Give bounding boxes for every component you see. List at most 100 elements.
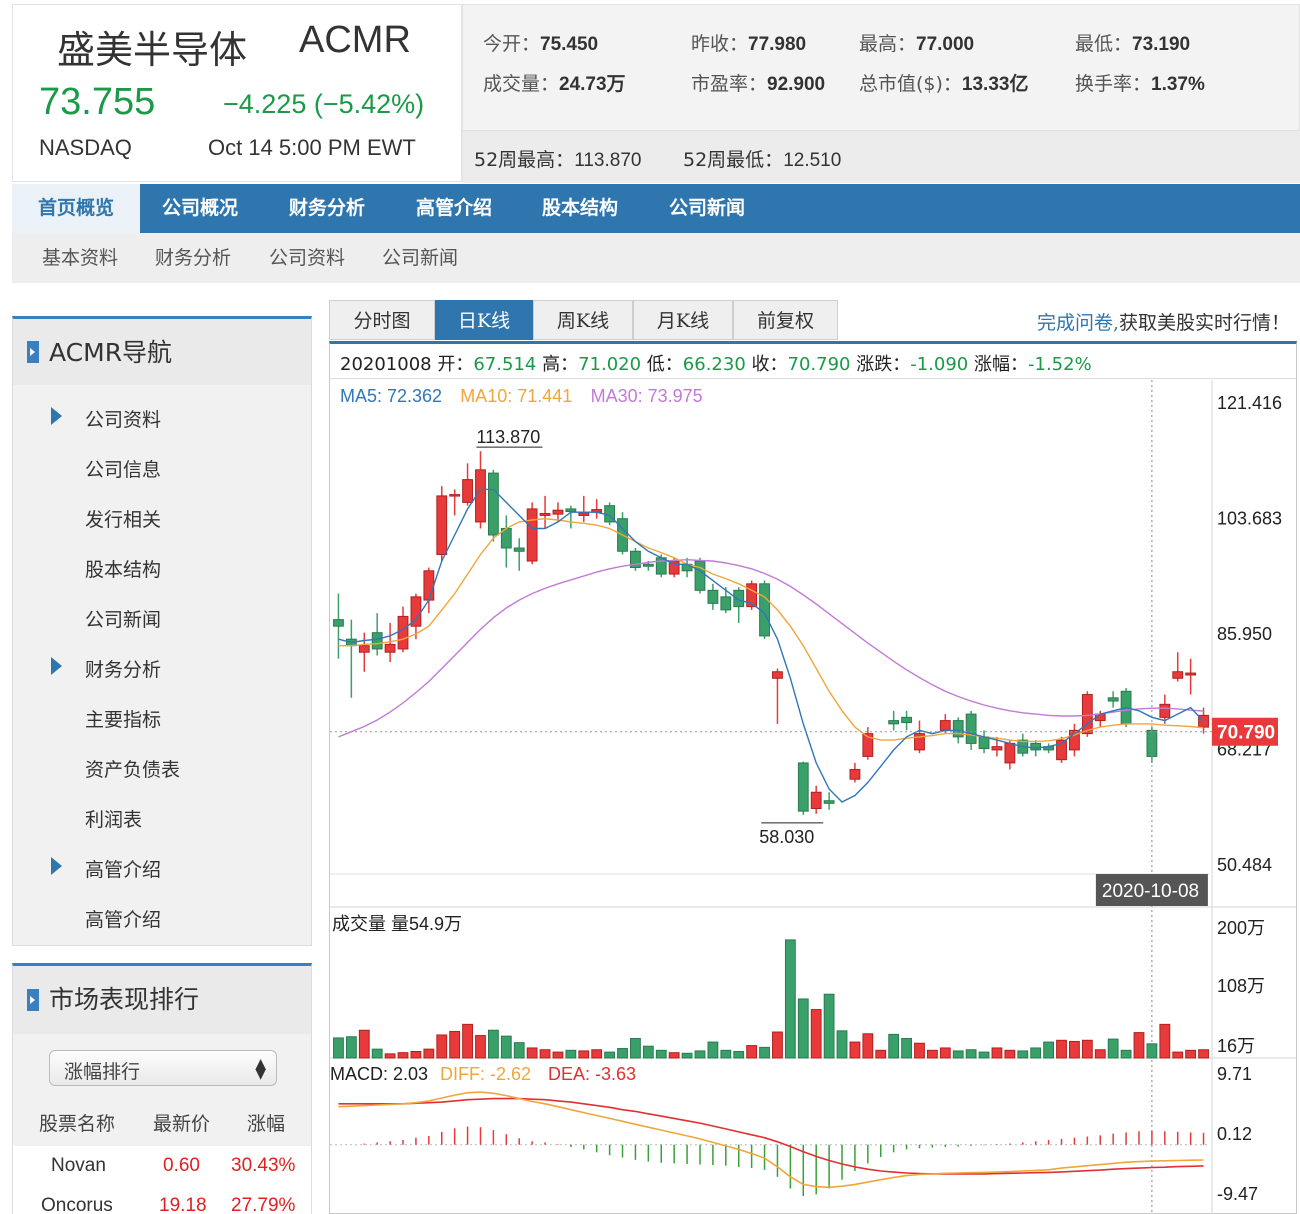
tab-share-structure[interactable]: 股本结构 (542, 184, 618, 233)
subnav-financial[interactable]: 财务分析 (155, 233, 231, 283)
market-ranking-panel: 市场表现排行 涨幅排行 ▲ ▼ 股票名称 最新价 涨幅 Novan 0.60 30… (12, 963, 312, 1214)
candle-body (513, 547, 525, 552)
candle-body (1159, 703, 1171, 718)
tab-intraday[interactable]: 分时图 (329, 300, 435, 340)
subnav-basic-info[interactable]: 基本资料 (42, 233, 118, 283)
volume-bar (1120, 1049, 1132, 1059)
volume-bar (526, 1047, 538, 1059)
macd-dea-label: DEA: -3.63 (548, 1064, 636, 1084)
stock-name[interactable]: Oncorus (41, 1186, 113, 1214)
sidebar-item-company-info[interactable]: 公司信息 (85, 455, 161, 482)
tab-daily-k[interactable]: 日K线 (435, 300, 533, 340)
volume-axis-tick: 16万 (1217, 1036, 1255, 1056)
volume-bar (694, 1050, 706, 1059)
stat-market-cap: 总市值($)：13.33亿 (859, 73, 1029, 95)
volume-bar (630, 1038, 641, 1059)
volume-bar (797, 998, 809, 1059)
volume-bar (371, 1048, 383, 1059)
table-row[interactable]: Oncorus 19.18 27.79% (13, 1186, 311, 1214)
candle-body (1030, 742, 1042, 751)
volume-bar (784, 939, 796, 1059)
volume-bar (965, 1049, 977, 1059)
column-header-price: 最新价 (153, 1113, 211, 1135)
week52-low: 52周最低：12.510 (683, 149, 842, 171)
candle-body (333, 619, 344, 627)
candle-body (552, 509, 564, 515)
table-row[interactable]: Novan 0.60 30.43% (13, 1146, 311, 1186)
sidebar-item-financial-analysis[interactable]: 财务分析 (85, 655, 161, 682)
volume-bar (1198, 1049, 1209, 1059)
sidebar-item-company-news[interactable]: 公司新闻 (85, 605, 161, 632)
candle-body (526, 508, 538, 562)
triangle-right-icon (51, 857, 62, 875)
volume-bar (862, 1033, 874, 1059)
sidebar-item-management-detail[interactable]: 高管介绍 (85, 905, 161, 932)
tab-forward-adjusted[interactable]: 前复权 (733, 300, 838, 340)
price-change: −4.225 (−5.42%) (223, 89, 425, 119)
exchange-name: NASDAQ (39, 135, 132, 160)
candle-body (1172, 671, 1184, 679)
volume-bar (952, 1050, 964, 1059)
candle-body (642, 563, 654, 567)
macd-label: MACD: 2.03 (330, 1064, 428, 1084)
volume-bar (513, 1042, 525, 1059)
volume-bar (487, 1029, 499, 1059)
stock-name[interactable]: Novan (51, 1146, 106, 1186)
week52-high: 52周最高：113.870 (474, 149, 642, 171)
volume-bar (1146, 1043, 1158, 1059)
tab-company-news[interactable]: 公司新闻 (669, 184, 745, 233)
sub-nav: 基本资料 财务分析 公司资料 公司新闻 (12, 233, 1300, 283)
volume-bar (1043, 1041, 1055, 1059)
candle-body (733, 589, 745, 608)
volume-bar (642, 1045, 654, 1059)
macd-axis-tick: 0.12 (1217, 1124, 1252, 1144)
candle-body (358, 645, 370, 653)
candle-body (578, 512, 590, 516)
volume-axis-tick: 200万 (1217, 918, 1265, 938)
sidebar-item-management[interactable]: 高管介绍 (85, 855, 161, 882)
survey-link[interactable]: 完成问卷, (1037, 312, 1119, 334)
ranking-header: 市场表现排行 (13, 966, 311, 1034)
sidebar-item-key-indicators[interactable]: 主要指标 (85, 705, 161, 732)
volume-bar (539, 1049, 551, 1059)
quote-stats: 今开：75.450 昨收：77.980 最高：77.000 最低：73.190 … (462, 4, 1300, 183)
tab-management[interactable]: 高管介绍 (416, 184, 492, 233)
current-price-label: 70.790 (1217, 723, 1275, 744)
subnav-news[interactable]: 公司新闻 (382, 233, 458, 283)
candle-body (384, 643, 396, 653)
volume-bar (500, 1035, 512, 1059)
sidebar-item-balance-sheet[interactable]: 资产负债表 (85, 755, 180, 782)
ranking-type-select[interactable]: 涨幅排行 ▲ ▼ (49, 1050, 277, 1086)
tab-home[interactable]: 首页概览 (12, 184, 140, 233)
volume-bar (410, 1051, 422, 1059)
subnav-company-docs[interactable]: 公司资料 (269, 233, 345, 283)
volume-bar (1107, 1038, 1119, 1059)
tab-company-overview[interactable]: 公司概况 (162, 184, 238, 233)
sidebar-item-company-profile[interactable]: 公司资料 (85, 405, 161, 432)
volume-bar (926, 1049, 938, 1059)
week52-band: 52周最高：113.870 52周最低：12.510 (463, 130, 1300, 183)
stock-change: 27.79% (231, 1195, 296, 1214)
sidebar-item-income-statement[interactable]: 利润表 (85, 805, 142, 832)
price-axis-tick: 85.950 (1217, 624, 1272, 644)
tab-financial-analysis[interactable]: 财务分析 (289, 184, 365, 233)
kline-chart[interactable]: 20201008 开：67.514 高：71.020 低：66.230 收：70… (329, 341, 1297, 1214)
sidebar-navigation: ACMR导航 公司资料 公司信息 发行相关 股本结构 公司新闻 财务分析 主要指… (12, 316, 312, 946)
volume-bar (655, 1049, 667, 1059)
volume-bar (1185, 1049, 1197, 1059)
chart-canvas[interactable]: MA5: 72.362 MA10: 71.441 MA30: 73.975 121.4… (330, 344, 1296, 1214)
updown-arrow-icon: ▲ ▼ (255, 1056, 266, 1082)
volume-bar (1069, 1040, 1080, 1059)
sidebar-item-issuance[interactable]: 发行相关 (85, 505, 161, 532)
tab-weekly-k[interactable]: 周K线 (533, 300, 633, 340)
volume-bar (733, 1051, 745, 1059)
volume-bar (1017, 1050, 1029, 1059)
company-name: 盛美半导体 (57, 28, 248, 72)
candle-body (707, 589, 719, 604)
ma-legend-3: MA30: 73.975 (591, 386, 703, 406)
volume-bar (681, 1052, 693, 1059)
tab-monthly-k[interactable]: 月K线 (633, 300, 733, 340)
candle-body (978, 736, 990, 750)
stat-turnover: 换手率：1.37% (1075, 73, 1205, 95)
sidebar-item-share-structure[interactable]: 股本结构 (85, 555, 161, 582)
